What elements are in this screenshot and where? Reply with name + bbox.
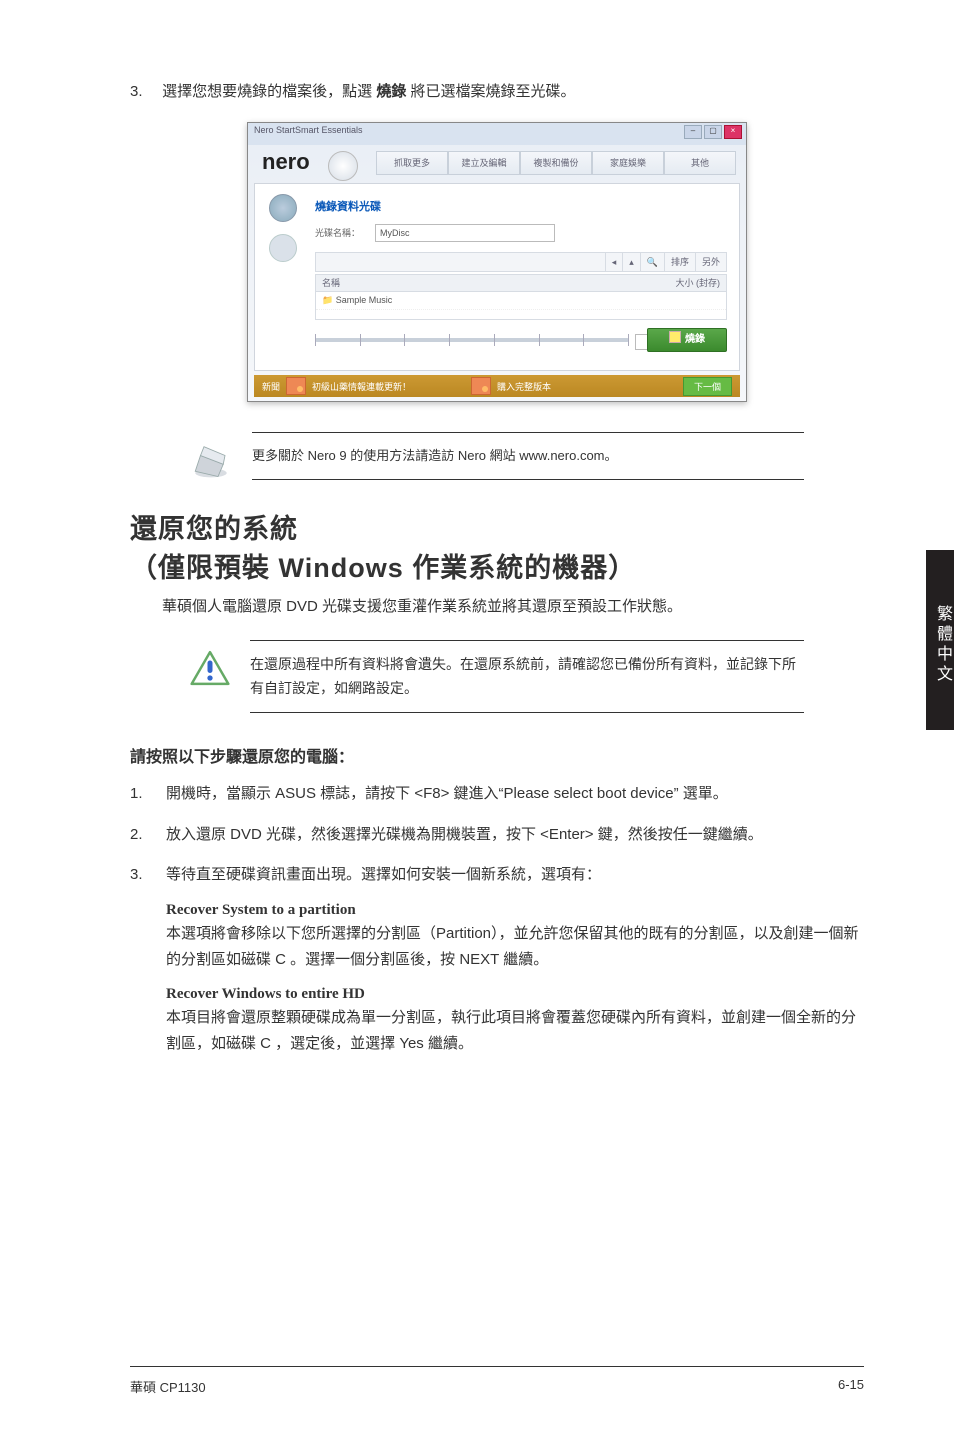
nero-body: 燒錄資料光碟 光碟名稱： MyDisc ◂ ▴ 🔍 排序 另外 名稱 大小 (封… — [254, 183, 740, 371]
nero-note: 更多關於 Nero 9 的使用方法請造訪 Nero 網站 www.nero.co… — [190, 432, 804, 480]
option-2-body: 本項目將會還原整顆硬碟成為單一分割區，執行此項目將會覆蓋您硬碟內所有資料，並創建… — [166, 1005, 864, 1058]
steps-heading: 請按照以下步驟還原您的電腦： — [130, 743, 864, 767]
burn-button[interactable]: 燒錄 — [647, 328, 727, 352]
minimize-icon[interactable]: – — [684, 125, 702, 139]
tab-rip[interactable]: 抓取更多 — [376, 151, 448, 175]
slider-tick — [539, 334, 540, 346]
section-heading: 還原您的系統 （僅限預裝 Windows 作業系統的機器） — [130, 510, 864, 588]
slider-tick — [494, 334, 495, 346]
toolbar-search-icon[interactable]: 🔍 — [640, 253, 664, 271]
close-icon[interactable]: × — [724, 125, 742, 139]
warning-icon — [190, 650, 230, 686]
tab-other[interactable]: 其他 — [664, 151, 736, 175]
nero-footer: 新聞 初級山藥情報連載更新！ 購入完整版本 下一個 — [254, 375, 740, 397]
slider-tick — [628, 334, 629, 346]
option-1-title: Recover System to a partition — [166, 902, 864, 919]
toolbar-up-icon[interactable]: ▴ — [622, 253, 640, 271]
section-heading-l1: 還原您的系統 — [130, 514, 298, 544]
step-3-num: 3. — [130, 80, 158, 104]
section-heading-l2: （僅限預裝 Windows 作業系統的機器） — [130, 553, 636, 583]
nero-screenshot: Nero StartSmart Essentials – ▢ × nero 抓取… — [247, 122, 747, 402]
step-item: 等待直至硬碟資訊畫面出現。選擇如何安裝一個新系統，選項有： — [130, 862, 864, 888]
step-item: 放入還原 DVD 光碟，然後選擇光碟機為開機裝置，按下 <Enter> 鍵，然後… — [130, 822, 864, 848]
window-titlebar: Nero StartSmart Essentials — [248, 123, 746, 145]
list-item-label: Sample Music — [336, 295, 393, 305]
list-item[interactable]: 📁 Sample Music — [316, 292, 726, 310]
page-footer: 華碩 CP1130 6-15 — [130, 1366, 864, 1396]
footer-page-number: 6-15 — [838, 1377, 864, 1396]
slider-tick — [583, 334, 584, 346]
toolbar-view[interactable]: 另外 — [695, 253, 726, 271]
tab-create[interactable]: 建立及編輯 — [448, 151, 520, 175]
tab-home[interactable]: 家庭娛樂 — [592, 151, 664, 175]
slider-tick — [315, 334, 316, 346]
list-toolbar: ◂ ▴ 🔍 排序 另外 — [315, 252, 727, 272]
step-item: 開機時，當顯示 ASUS 標誌，請按下 <F8> 鍵進入“Please sele… — [130, 781, 864, 807]
step-3-bold: 燒錄 — [376, 83, 406, 100]
burn-data-caption: 燒錄資料光碟 — [315, 198, 381, 214]
section-intro: 華碩個人電腦還原 DVD 光碟支援您重灌作業系統並將其還原至預設工作狀態。 — [162, 594, 864, 620]
steps-list: 開機時，當顯示 ASUS 標誌，請按下 <F8> 鍵進入“Please sele… — [130, 781, 864, 888]
window-title: Nero StartSmart Essentials — [254, 125, 363, 135]
window-controls: – ▢ × — [684, 125, 742, 139]
size-slider[interactable]: 內容 — [315, 330, 629, 350]
footer-news-text: 初級山藥情報連載更新！ — [312, 380, 411, 393]
side-tab: 繁體中文 — [926, 550, 954, 730]
maximize-icon[interactable]: ▢ — [704, 125, 722, 139]
disc-name-input[interactable]: MyDisc — [375, 224, 555, 242]
file-list: 名稱 大小 (封存) 📁 Sample Music — [315, 274, 727, 320]
footer-news-label: 新聞 — [254, 380, 280, 393]
col-size[interactable]: 大小 (封存) — [621, 275, 727, 291]
rss-icon[interactable] — [471, 377, 491, 395]
pencil-icon — [190, 438, 232, 480]
toolbar-back-icon[interactable]: ◂ — [605, 253, 623, 271]
disc-name-label: 光碟名稱： — [315, 226, 360, 239]
option-2-title: Recover Windows to entire HD — [166, 986, 864, 1003]
footer-center: 購入完整版本 — [497, 380, 551, 393]
option-1-body: 本選項將會移除以下您所選擇的分割區（Partition），並允許您保留其他的既有… — [166, 921, 864, 974]
nero-tabs: 抓取更多 建立及編輯 複製和備份 家庭娛樂 其他 — [376, 151, 736, 175]
slider-tick — [404, 334, 405, 346]
nero-note-text: 更多關於 Nero 9 的使用方法請造訪 Nero 網站 www.nero.co… — [252, 432, 804, 480]
slider-tick — [360, 334, 361, 346]
slider-tick — [449, 334, 450, 346]
warning-text: 在還原過程中所有資料將會遺失。在還原系統前，請確認您已備份所有資料，並記錄下所有… — [250, 640, 804, 714]
rss-icon[interactable] — [286, 377, 306, 395]
nero-window: Nero StartSmart Essentials – ▢ × nero 抓取… — [247, 122, 747, 402]
step-3-before: 選擇您想要燒錄的檔案後，點選 — [162, 83, 376, 100]
audio-disc-icon[interactable] — [269, 234, 297, 262]
dial-icon[interactable] — [328, 151, 358, 181]
step-3-after: 將已選檔案燒錄至光碟。 — [406, 83, 575, 100]
nero-logo: nero — [262, 149, 310, 175]
footer-next-button[interactable]: 下一個 — [683, 377, 732, 396]
warning-note: 在還原過程中所有資料將會遺失。在還原系統前，請確認您已備份所有資料，並記錄下所有… — [190, 640, 804, 714]
list-header: 名稱 大小 (封存) — [316, 275, 726, 292]
step-3: 3. 選擇您想要燒錄的檔案後，點選 燒錄 將已選檔案燒錄至光碟。 — [130, 80, 864, 104]
data-disc-icon[interactable] — [269, 194, 297, 222]
footer-model: 華碩 CP1130 — [130, 1377, 206, 1396]
col-name[interactable]: 名稱 — [316, 275, 621, 291]
toolbar-sort[interactable]: 排序 — [664, 253, 695, 271]
tab-copy[interactable]: 複製和備份 — [520, 151, 592, 175]
